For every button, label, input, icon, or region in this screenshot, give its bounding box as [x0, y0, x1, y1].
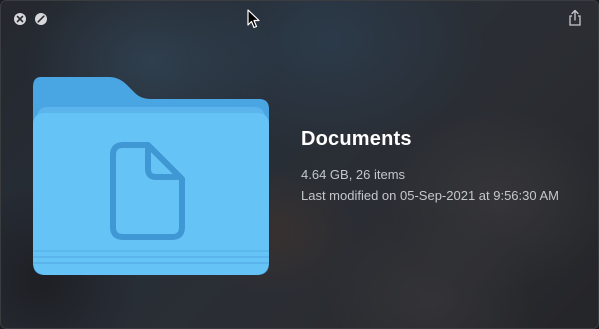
mouse-pointer-icon: [247, 9, 260, 29]
item-modified-date: Last modified on 05-Sep-2021 at 9:56:30 …: [301, 188, 560, 203]
close-button[interactable]: [14, 13, 26, 25]
item-size-info: 4.64 GB, 26 items: [301, 167, 406, 182]
share-icon: [569, 9, 581, 26]
fullscreen-icon: [37, 15, 45, 23]
item-name: Documents: [301, 128, 412, 150]
quick-look-window: Documents 4.64 GB, 26 items Last modifie…: [0, 0, 599, 329]
share-button[interactable]: [567, 9, 583, 27]
item-info: Documents 4.64 GB, 26 items Last modifie…: [301, 128, 559, 206]
fullscreen-button[interactable]: [35, 13, 47, 25]
folder-document-icon: [33, 77, 269, 275]
close-icon: [16, 15, 24, 23]
